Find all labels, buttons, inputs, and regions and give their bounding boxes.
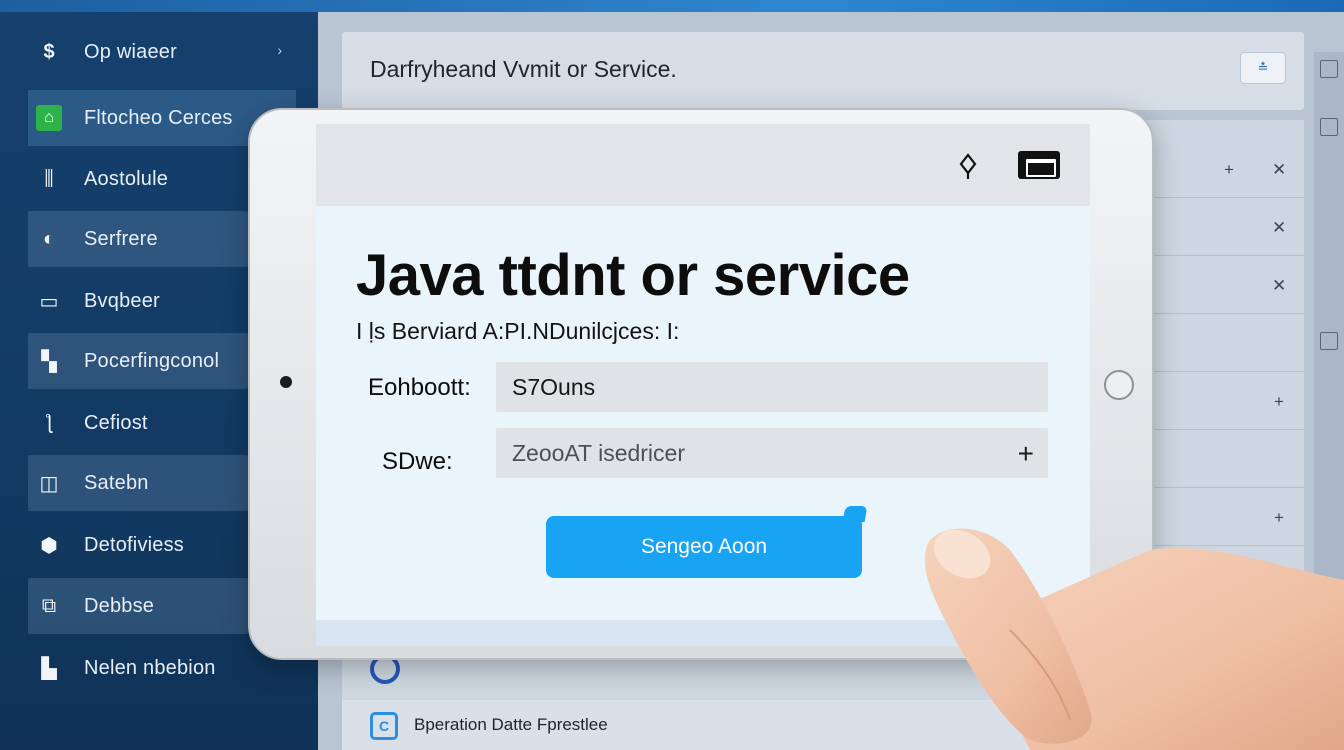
checkbox-icon[interactable] [1320, 60, 1338, 78]
header-action-button[interactable]: ≛ [1240, 52, 1286, 84]
checkbox-icon[interactable] [1320, 332, 1338, 350]
sidebar-item-detofiviess[interactable]: ⬢ Detofiviess [28, 517, 248, 573]
book-icon: ◫ [39, 472, 59, 495]
add-icon[interactable]: + [1018, 438, 1034, 470]
field2-label: SDwe: [382, 448, 453, 475]
close-icon[interactable]: ✕ [1272, 160, 1286, 180]
home-button[interactable] [1104, 370, 1134, 400]
sidebar-item-label: Debbse [84, 594, 155, 617]
right-scroll-strip[interactable] [1314, 52, 1344, 750]
sidebar-item-cefiost[interactable]: ƪ Cefiost [28, 395, 248, 451]
operation-label: Bperation Datte Fprestlee [414, 715, 608, 734]
field2-input[interactable]: ZeooAT isedricer + [496, 428, 1048, 478]
sidebar-item-label: Serfrere [84, 227, 158, 250]
sidebar-item-bvqbeer[interactable]: ▭ Bvqbeer [28, 273, 248, 329]
sidebar-item-pocerfingconol[interactable]: ▚ Pocerfingconol [28, 333, 248, 389]
sidebar-item-label: Bvqbeer [84, 289, 160, 312]
submit-button[interactable]: Sengeo Aoon [546, 516, 862, 578]
pillars-icon: ⫼ [44, 167, 54, 190]
field1-label: Eohboott: [368, 374, 471, 401]
chevron-right-icon: › [277, 42, 282, 58]
globe-icon: ◐ [42, 227, 56, 250]
pin-icon[interactable] [956, 152, 980, 180]
add-icon[interactable]: + [1224, 160, 1234, 180]
sidebar-item-nelen-nbebion[interactable]: ▙ Nelen nbebion [28, 640, 248, 696]
dock-icon[interactable] [1018, 151, 1060, 179]
home-icon: ⬢ [40, 534, 58, 557]
wrench-icon: ƪ [45, 411, 53, 434]
close-icon[interactable]: ✕ [1272, 276, 1286, 296]
camera-icon [280, 376, 292, 388]
field1-input[interactable]: S7Ouns [496, 362, 1048, 412]
sidebar-item-label: Fltocheo Cerces [84, 106, 233, 129]
sidebar-item-label: Pocerfingconol [84, 349, 220, 372]
sidebar-item-serfrere[interactable]: ◐ Serfrere [28, 211, 248, 267]
monitor-icon: ▭ [39, 290, 59, 313]
screen-bottom-bar [316, 620, 1090, 646]
grid-icon: ▚ [41, 350, 57, 373]
sidebar-item-op-wiaeer[interactable]: $ Op wiaeer › [28, 24, 282, 80]
dollar-s-icon: $ [43, 40, 55, 63]
document-icon: ⧉ [41, 594, 57, 617]
page-title: Darfryheand Vvmit or Service. [370, 56, 677, 82]
top-accent-bar [0, 0, 1344, 12]
close-icon[interactable]: ✕ [1272, 218, 1286, 238]
main-header: Darfryheand Vvmit or Service. ≛ [342, 32, 1304, 110]
add-icon[interactable]: + [1274, 508, 1284, 528]
tablet-screen: Java ttdnt or service I ḷs Berviard A:PI… [316, 124, 1090, 646]
screen-toolbar [316, 124, 1090, 206]
sidebar-item-label: Cefiost [84, 411, 148, 434]
bars-icon: ▙ [41, 657, 57, 680]
tablet-device: Java ttdnt or service I ḷs Berviard A:PI… [248, 108, 1154, 660]
form-subtitle: I ḷs Berviard A:PI.NDunilcjces: I: [356, 318, 680, 344]
operation-icon: C [370, 712, 398, 740]
add-icon[interactable]: + [1274, 392, 1284, 412]
form-title: Java ttdnt or service [356, 243, 910, 308]
list-item[interactable]: C Bperation Datte Fprestlee [342, 700, 1304, 750]
sidebar-item-label: Detofiviess [84, 533, 185, 556]
sidebar-item-satebn[interactable]: ◫ Satebn [28, 455, 248, 511]
sidebar-item-label: Aostolule [84, 167, 169, 190]
field2-placeholder: ZeooAT isedricer [512, 439, 685, 466]
sidebar-item-debbse[interactable]: ⧉ Debbse [28, 578, 248, 634]
sidebar-item-aostolule[interactable]: ⫼ Aostolule [28, 151, 248, 207]
checkbox-icon[interactable] [1320, 118, 1338, 136]
sidebar-item-label: Op wiaeer [84, 40, 177, 63]
flask-icon: ⌂ [36, 105, 62, 131]
sidebar-item-label: Nelen nbebion [84, 656, 216, 679]
sidebar-item-label: Satebn [84, 471, 149, 494]
